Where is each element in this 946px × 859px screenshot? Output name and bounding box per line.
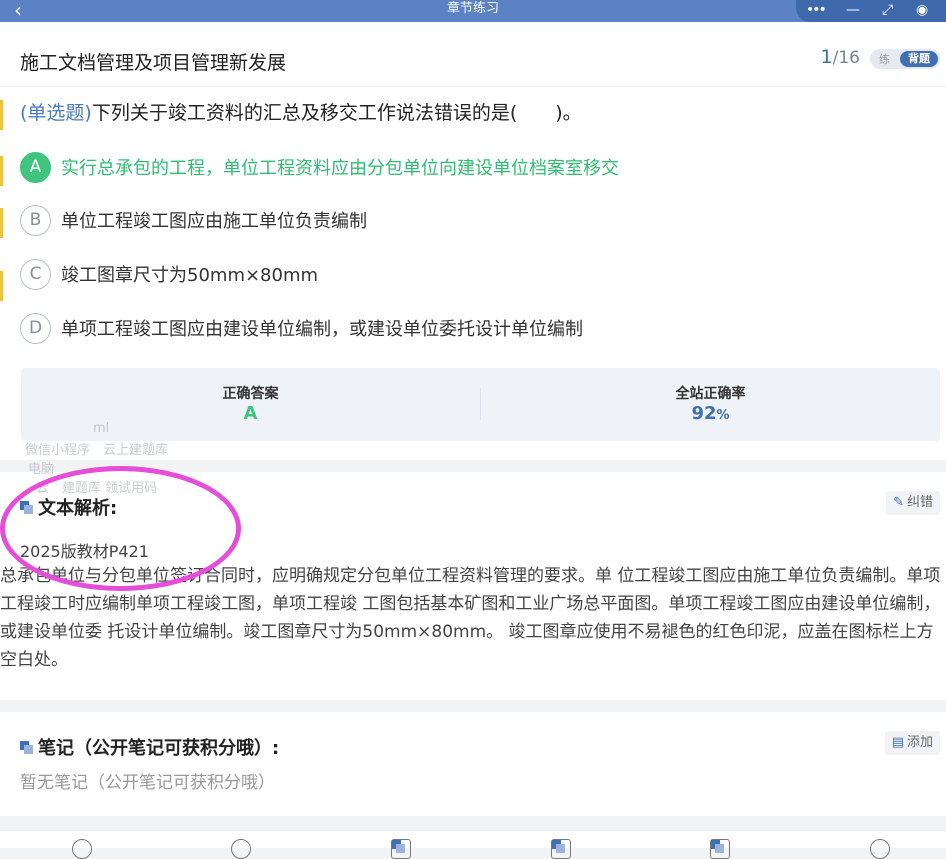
side-marker [0, 100, 3, 130]
question-card: 施工文档管理及项目管理新发展 1/16 练 背题 (单选题)下列关于竣工资料的汇… [0, 22, 946, 460]
toolbar-clock-icon[interactable] [72, 839, 92, 859]
notes-section: 笔记（公开笔记可获积分哦）: ▤ 添加 暂无笔记（公开笔记可获积分哦） [0, 712, 946, 816]
close-icon[interactable]: ◉ [916, 0, 928, 20]
accuracy-unit: % [716, 408, 730, 423]
divider [0, 86, 946, 87]
mode-toggle[interactable]: 练 背题 [870, 49, 940, 69]
option-text: 单项工程竣工图应由建设单位编制，或建设单位委托设计单位编制 [61, 319, 583, 340]
question-type: (单选题) [20, 102, 92, 124]
question-progress: 1/16 [821, 46, 860, 68]
option-letter: D [20, 312, 51, 344]
option-letter: A [20, 151, 51, 183]
add-note-button[interactable]: ▤ 添加 [884, 731, 940, 755]
minimize-icon[interactable]: — [846, 0, 860, 20]
notes-heading-text: 笔记（公开笔记可获积分哦）: [38, 738, 280, 759]
restore-icon[interactable]: ⤢ [882, 0, 893, 20]
toolbar-next-icon[interactable] [870, 839, 890, 859]
notes-heading: 笔记（公开笔记可获积分哦）: [20, 734, 279, 760]
option-letter: B [20, 204, 51, 236]
option-text: 竣工图章尺寸为50mm×80mm [61, 265, 319, 286]
recite-mode-label[interactable]: 背题 [900, 51, 938, 67]
correct-answer-value: A [243, 403, 258, 424]
watermark: ml [93, 421, 110, 436]
side-marker [0, 208, 3, 238]
accuracy-stat: 全站正确率 92% [481, 368, 940, 441]
side-marker [0, 271, 3, 301]
answer-stats: 正确答案 A 全站正确率 92% [21, 368, 940, 441]
option-b[interactable]: B 单位工程竣工图应由施工单位负责编制 [20, 204, 367, 236]
option-letter: C [20, 258, 51, 290]
practice-mode-label[interactable]: 练 [879, 51, 890, 67]
add-note-label: 添加 [906, 735, 933, 750]
toolbar-favorite-icon[interactable] [231, 839, 251, 859]
option-a[interactable]: A 实行总承包的工程，单位工程资料应由分包单位向建设单位档案室移交 [20, 151, 619, 183]
bottom-toolbar [0, 830, 946, 859]
report-error-button[interactable]: ✎ 纠错 [886, 491, 940, 515]
toolbar-share-icon[interactable] [551, 839, 571, 859]
more-icon[interactable]: ••• [806, 0, 827, 20]
current-question-number: 1 [820, 46, 833, 68]
watermark: 电脑 [28, 462, 55, 477]
note-icon: ▤ [891, 735, 904, 750]
accuracy-label: 全站正确率 [675, 386, 746, 402]
report-error-label: 纠错 [906, 495, 933, 510]
annotation-ellipse [0, 466, 241, 591]
section-square-icon [20, 740, 33, 754]
edit-icon: ✎ [893, 495, 904, 510]
question-text: 下列关于竣工资料的汇总及移交工作说法错误的是( )。 [91, 102, 582, 124]
accuracy-value: 92% [481, 403, 940, 424]
option-text: 实行总承包的工程，单位工程资料应由分包单位向建设单位档案室移交 [61, 158, 619, 179]
option-text: 单位工程竣工图应由施工单位负责编制 [61, 211, 367, 232]
side-marker [0, 156, 3, 186]
window-capsule: ••• — ⤢ ◉ [796, 0, 946, 22]
option-c[interactable]: C 竣工图章尺寸为50mm×80mm [20, 258, 318, 290]
watermark: 微信小程序 云上建题库 [25, 443, 169, 458]
total-questions: /16 [832, 48, 860, 68]
accuracy-number: 92 [691, 403, 717, 424]
toolbar-clipboard-icon[interactable] [710, 839, 730, 859]
empty-notes-text: 暂无笔记（公开笔记可获积分哦） [20, 773, 275, 793]
correct-answer-stat: 正确答案 A [21, 368, 480, 441]
mini-program-nav-bar: ‹ 章节练习 ••• — ⤢ ◉ [0, 0, 946, 22]
toolbar-answer-sheet-icon[interactable] [391, 839, 411, 859]
option-d[interactable]: D 单项工程竣工图应由建设单位编制，或建设单位委托设计单位编制 [20, 312, 583, 344]
chapter-title: 施工文档管理及项目管理新发展 [20, 52, 287, 74]
correct-answer-label: 正确答案 [222, 386, 279, 402]
question-stem: (单选题)下列关于竣工资料的汇总及移交工作说法错误的是( )。 [20, 98, 582, 125]
